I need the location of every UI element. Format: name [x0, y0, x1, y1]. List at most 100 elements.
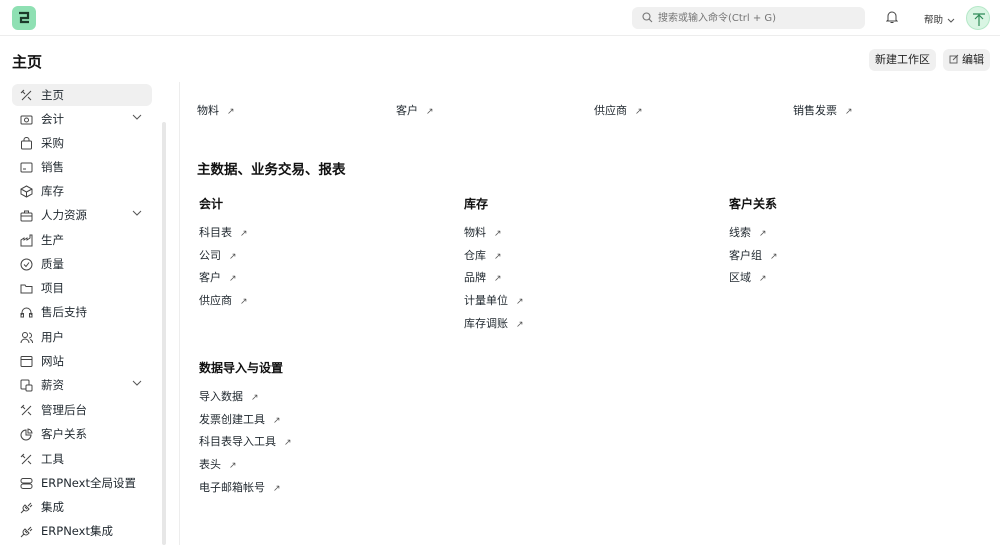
factory-icon — [20, 234, 33, 247]
sidebar-item-payroll[interactable]: 薪资 — [12, 374, 152, 396]
sidebar-item-label: 网站 — [41, 354, 64, 368]
notification-bell-icon[interactable] — [886, 10, 898, 24]
link-item[interactable]: 公司 ↗ — [199, 247, 237, 263]
link-item[interactable]: 客户组 ↗ — [729, 247, 778, 263]
sidebar-item-stock[interactable]: 库存 — [12, 180, 152, 202]
sidebar-item-users[interactable]: 用户 — [12, 326, 152, 348]
sidebar-item-label: 采购 — [41, 136, 64, 150]
link-item[interactable]: 客户 ↗ — [199, 269, 237, 285]
sidebar-item-label: ERPNext全局设置 — [41, 476, 136, 490]
arrow-up-right-icon: ↗ — [494, 274, 502, 284]
server-icon — [20, 478, 33, 489]
sidebar-scrollbar[interactable] — [162, 122, 166, 545]
sidebar-item-buying[interactable]: 采购 — [12, 132, 152, 154]
sidebar-item-label: 质量 — [41, 257, 64, 271]
link-item[interactable]: 电子邮箱帐号 ↗ — [199, 479, 281, 495]
shortcut-customer[interactable]: 客户 ↗ — [396, 102, 434, 118]
app-logo[interactable] — [12, 6, 36, 30]
sidebar-item-erpnext-settings[interactable]: ERPNext全局设置 — [12, 472, 152, 494]
arrow-up-right-icon: ↗ — [770, 252, 778, 262]
invoice-icon — [20, 162, 33, 173]
link-item[interactable]: 科目表 ↗ — [199, 224, 248, 240]
plug-icon — [20, 526, 33, 538]
link-item[interactable]: 发票创建工具 ↗ — [199, 411, 281, 427]
arrow-up-right-icon: ↗ — [759, 274, 767, 284]
sidebar-item-label: 用户 — [41, 330, 64, 344]
sidebar-item-label: ERPNext集成 — [41, 524, 113, 538]
arrow-up-right-icon: ↗ — [516, 297, 524, 307]
link-item[interactable]: 供应商 ↗ — [199, 292, 248, 308]
sidebar-item-label: 销售 — [41, 160, 64, 174]
pie-chart-icon — [20, 428, 33, 441]
sidebar-item-projects[interactable]: 项目 — [12, 277, 152, 299]
sidebar-item-quality[interactable]: 质量 — [12, 253, 152, 275]
sidebar-item-support[interactable]: 售后支持 — [12, 301, 152, 323]
sidebar: 主页 会计 采购 销售 库存 人力资源 生产 质量 项目 售后支持 用户 网站 … — [0, 82, 170, 545]
link-item[interactable]: 物料 ↗ — [464, 224, 502, 240]
arrow-up-right-icon: ↗ — [229, 461, 237, 471]
sidebar-item-integrations[interactable]: 集成 — [12, 496, 152, 518]
sidebar-item-website[interactable]: 网站 — [12, 350, 152, 372]
badge-icon — [20, 258, 33, 271]
sidebar-item-home[interactable]: 主页 — [12, 84, 152, 106]
arrow-up-right-icon: ↗ — [845, 107, 853, 117]
sidebar-item-label: 客户关系 — [41, 427, 87, 441]
link-item[interactable]: 计量单位 ↗ — [464, 292, 524, 308]
link-item[interactable]: 导入数据 ↗ — [199, 388, 259, 404]
sidebar-item-erpnext-integrations[interactable]: ERPNext集成 — [12, 520, 152, 542]
arrow-up-right-icon: ↗ — [229, 274, 237, 284]
help-dropdown[interactable]: 帮助 — [924, 12, 955, 26]
search-bar[interactable] — [632, 7, 865, 29]
sidebar-item-admin[interactable]: 管理后台 — [12, 399, 152, 421]
tools-icon — [20, 453, 32, 465]
link-item[interactable]: 表头 ↗ — [199, 456, 237, 472]
chevron-down-icon[interactable] — [132, 114, 142, 120]
card-title-stock: 库存 — [464, 197, 489, 211]
arrow-up-right-icon: ↗ — [494, 229, 502, 239]
payroll-icon — [20, 379, 33, 392]
new-workspace-button[interactable]: 新建工作区 — [869, 49, 936, 71]
sidebar-item-hr[interactable]: 人力资源 — [12, 204, 152, 226]
card-title-data-import: 数据导入与设置 — [199, 361, 284, 375]
link-item[interactable]: 科目表导入工具 ↗ — [199, 433, 292, 449]
arrow-up-right-icon: ↗ — [635, 107, 643, 117]
arrow-up-right-icon: ↗ — [759, 229, 767, 239]
shopping-bag-icon — [21, 137, 32, 150]
arrow-up-right-icon: ↗ — [494, 252, 502, 262]
user-avatar[interactable] — [966, 6, 990, 30]
shortcut-sales-invoice[interactable]: 销售发票 ↗ — [793, 102, 853, 118]
shortcut-item[interactable]: 物料 ↗ — [197, 102, 235, 118]
edit-button[interactable]: 编辑 — [943, 49, 990, 71]
sidebar-item-label: 生产 — [41, 233, 64, 247]
link-item[interactable]: 仓库 ↗ — [464, 247, 502, 263]
arrow-up-right-icon: ↗ — [227, 107, 235, 117]
search-input[interactable] — [658, 9, 858, 27]
sidebar-item-manufacturing[interactable]: 生产 — [12, 229, 152, 251]
link-item[interactable]: 库存调账 ↗ — [464, 315, 524, 331]
shortcut-supplier[interactable]: 供应商 ↗ — [594, 102, 643, 118]
edit-icon — [949, 54, 959, 64]
arrow-up-right-icon: ↗ — [229, 252, 237, 262]
sidebar-item-label: 库存 — [41, 184, 64, 198]
sidebar-item-label: 售后支持 — [41, 305, 87, 319]
sidebar-item-tools[interactable]: 工具 — [12, 448, 152, 470]
navbar: 帮助 — [0, 0, 1000, 36]
link-item[interactable]: 品牌 ↗ — [464, 269, 502, 285]
sidebar-item-selling[interactable]: 销售 — [12, 156, 152, 178]
browser-icon — [20, 356, 33, 367]
edit-label: 编辑 — [962, 53, 984, 66]
sidebar-item-label: 人力资源 — [41, 208, 87, 222]
folder-icon — [20, 284, 33, 294]
accounting-icon — [20, 115, 33, 125]
sidebar-item-accounting[interactable]: 会计 — [12, 108, 152, 130]
arrow-up-right-icon: ↗ — [516, 320, 524, 330]
arrow-up-right-icon: ↗ — [426, 107, 434, 117]
chevron-down-icon[interactable] — [132, 380, 142, 386]
link-item[interactable]: 线索 ↗ — [729, 224, 767, 240]
chevron-down-icon[interactable] — [132, 210, 142, 216]
section-title: 主数据、业务交易、报表 — [197, 162, 346, 178]
sidebar-item-label: 管理后台 — [41, 403, 87, 417]
link-item[interactable]: 区域 ↗ — [729, 269, 767, 285]
sidebar-item-label: 集成 — [41, 500, 64, 514]
sidebar-item-crm[interactable]: 客户关系 — [12, 423, 152, 445]
